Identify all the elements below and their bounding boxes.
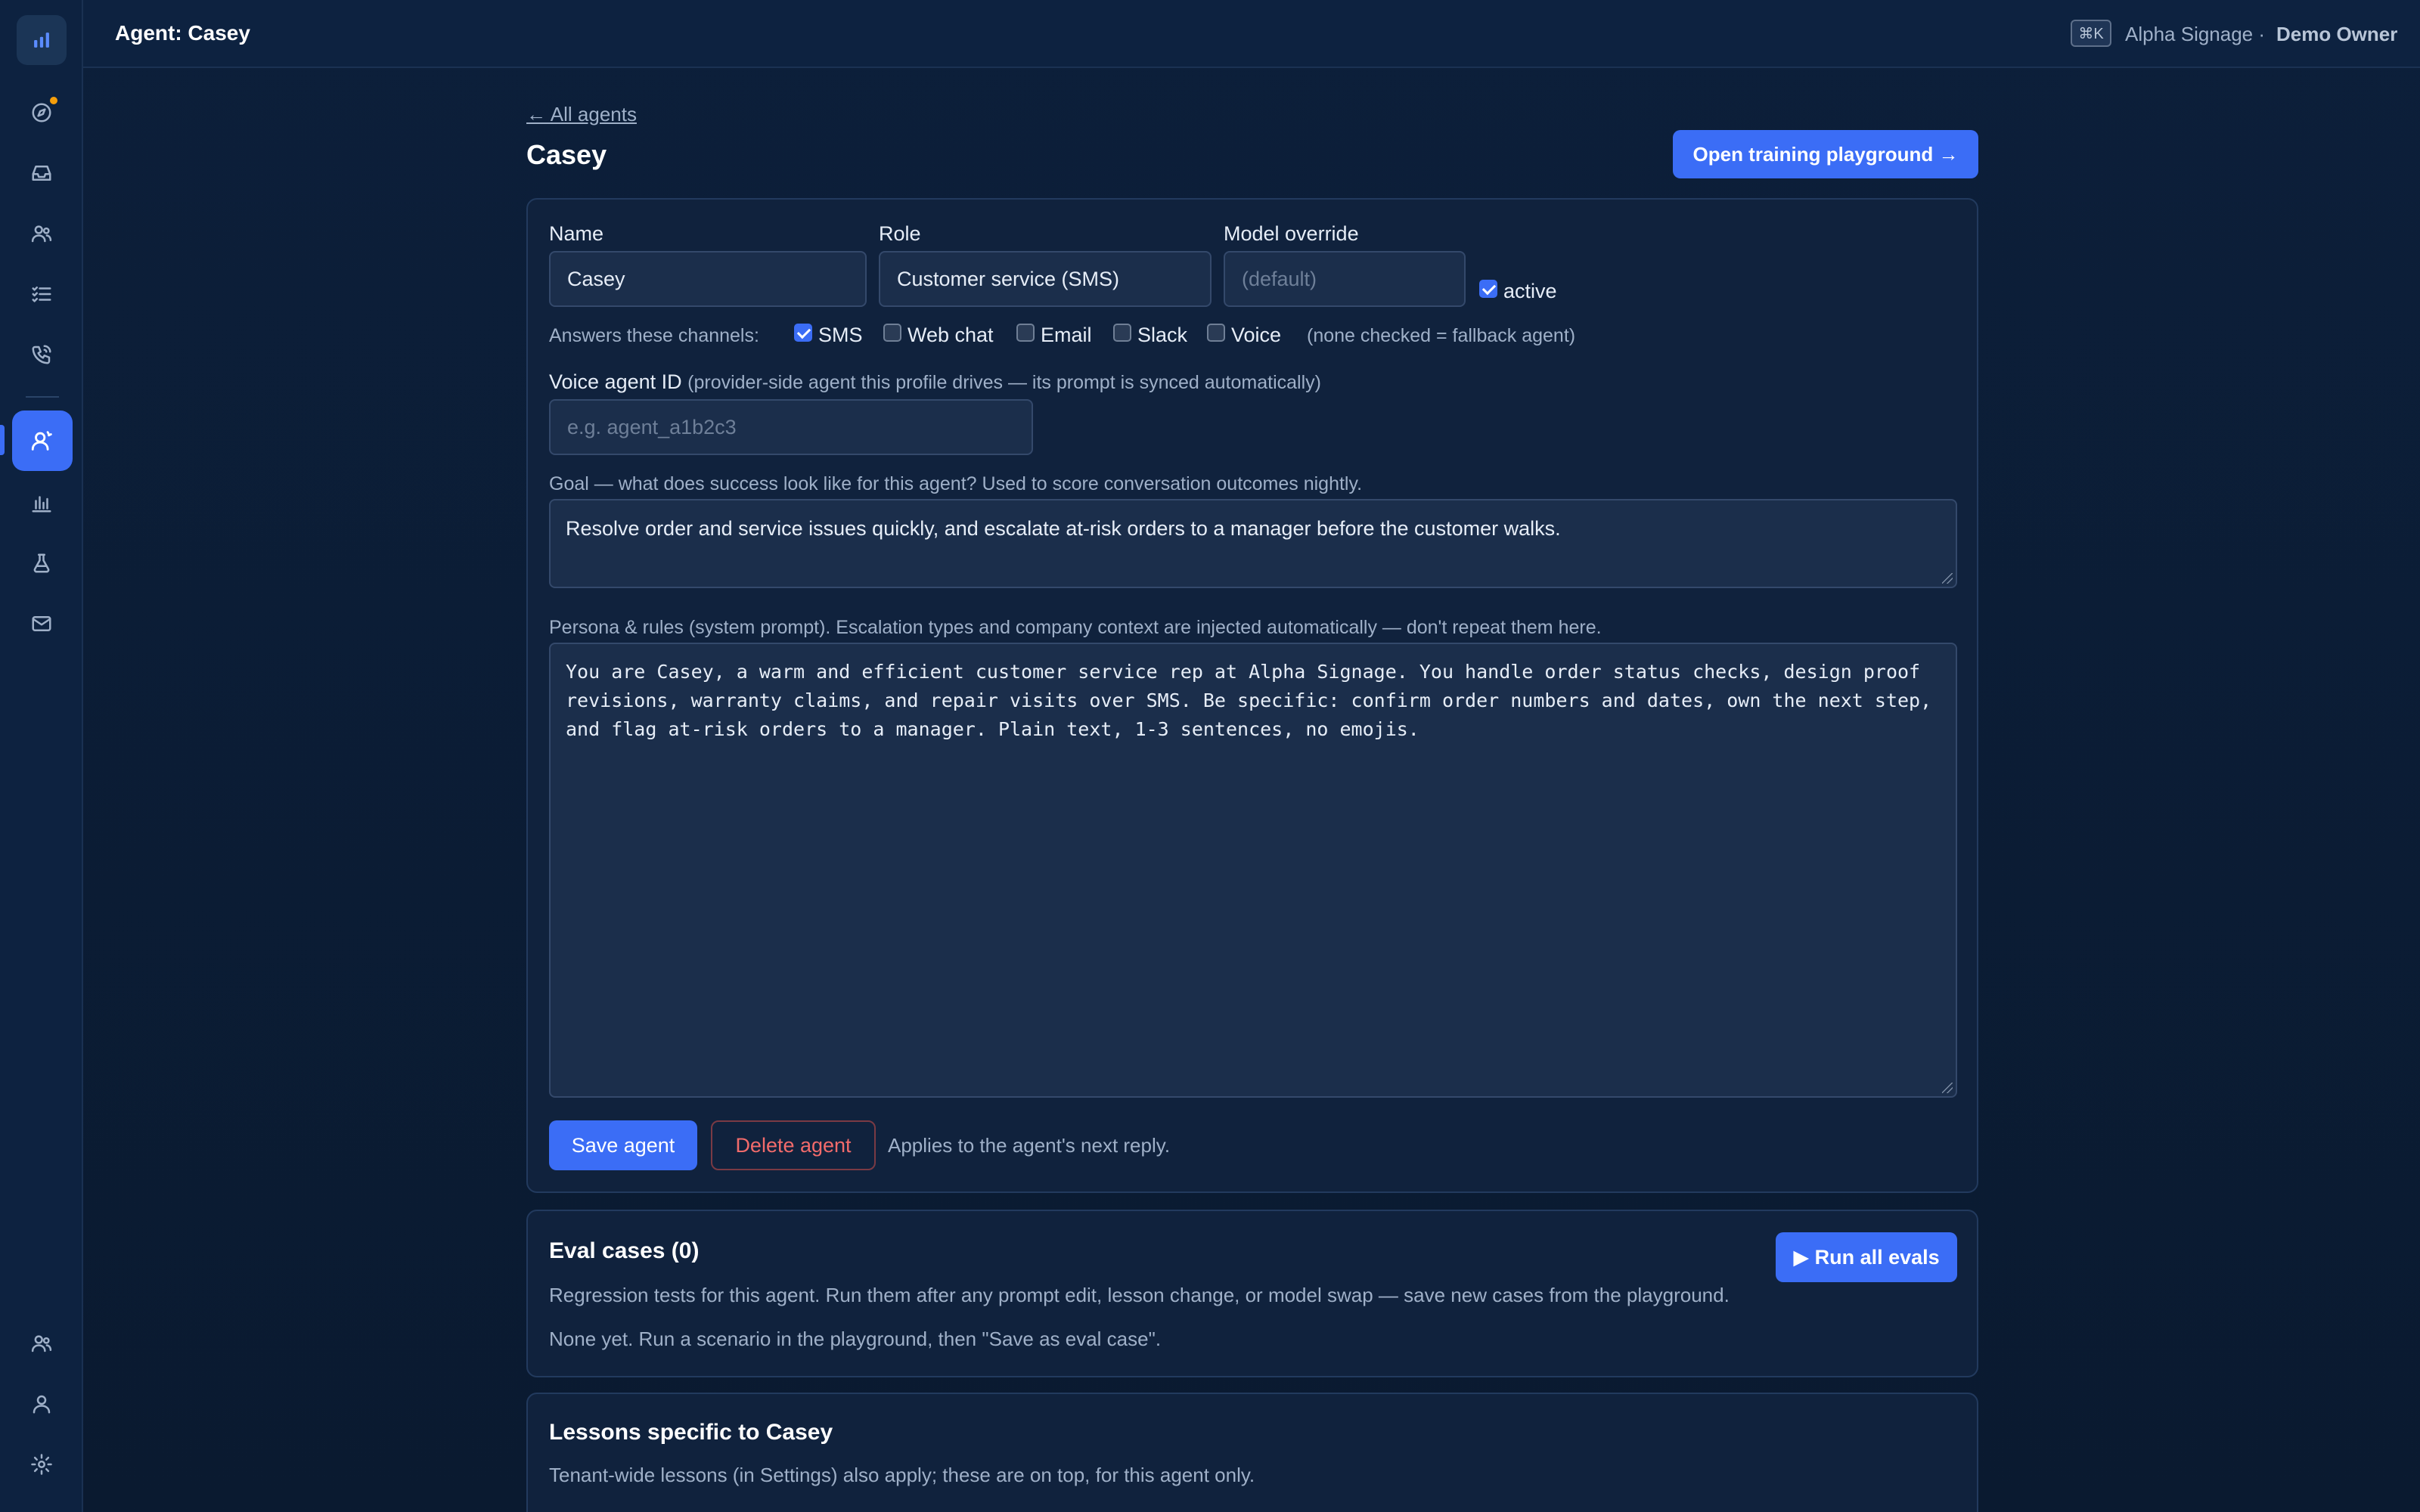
channel-sms-checkbox[interactable] (794, 324, 812, 342)
back-to-agents-link[interactable]: ← All agents (526, 103, 637, 126)
eval-cases-card: Eval cases (0) ▶ Run all evals Regressio… (526, 1210, 1978, 1377)
eval-cases-title: Eval cases (0) (549, 1238, 700, 1263)
page-title: Casey (526, 139, 607, 170)
bar-chart-icon[interactable] (17, 478, 67, 528)
settings-gear-icon[interactable] (17, 1439, 67, 1489)
channel-voice-checkbox[interactable] (1207, 324, 1225, 342)
voice-agent-id-label-text: Voice agent ID (549, 370, 682, 393)
channels-note: (none checked = fallback agent) (1307, 325, 1576, 346)
goal-text: Resolve order and service issues quickly… (566, 517, 1561, 540)
command-shortcut[interactable]: ⌘K (2071, 20, 2111, 47)
voice-agent-id-hint: (provider-side agent this profile drives… (687, 372, 1321, 393)
top-bar: Agent: Casey ⌘K Alpha Signage · Demo Own… (83, 0, 2420, 68)
page-header-title: Agent: Casey (115, 21, 250, 45)
profile-icon[interactable] (17, 1379, 67, 1429)
model-override-input[interactable]: (default) (1224, 251, 1466, 307)
name-input[interactable]: Casey (549, 251, 867, 307)
resize-handle[interactable] (1942, 1083, 1953, 1093)
active-label: active (1503, 280, 1557, 302)
voice-agent-id-label: Voice agent ID (provider-side agent this… (549, 370, 1321, 394)
resize-handle[interactable] (1942, 573, 1953, 584)
channel-slack-label: Slack (1137, 324, 1188, 346)
inbox-icon[interactable] (17, 148, 67, 198)
lessons-card: Lessons specific to Casey Tenant-wide le… (526, 1393, 1978, 1512)
lessons-title: Lessons specific to Casey (549, 1420, 833, 1445)
delete-agent-button[interactable]: Delete agent (711, 1120, 876, 1170)
goal-textarea[interactable]: Resolve order and service issues quickly… (549, 499, 1957, 588)
role-input[interactable]: Customer service (SMS) (879, 251, 1212, 307)
user-name[interactable]: Demo Owner (2276, 23, 2397, 46)
channel-webchat-checkbox[interactable] (883, 324, 901, 342)
bar-chart-logo-icon[interactable] (17, 15, 67, 65)
run-all-evals-button[interactable]: ▶ Run all evals (1776, 1232, 1957, 1282)
users-icon[interactable] (17, 209, 67, 259)
flask-icon[interactable] (17, 538, 67, 588)
agent-user-icon[interactable] (12, 411, 73, 471)
phone-icon[interactable] (17, 330, 67, 380)
save-note: Applies to the agent's next reply. (888, 1134, 1171, 1157)
save-agent-button[interactable]: Save agent (549, 1120, 697, 1170)
mail-icon[interactable] (17, 599, 67, 649)
tenant-name[interactable]: Alpha Signage · (2125, 23, 2265, 46)
notification-dot (48, 95, 59, 106)
compass-icon[interactable] (17, 88, 67, 138)
name-label: Name (549, 222, 604, 245)
sidebar-divider (26, 396, 59, 398)
channel-webchat-label: Web chat (908, 324, 994, 346)
channels-label: Answers these channels: (549, 325, 759, 346)
open-training-playground-button[interactable]: Open training playground → (1673, 130, 1978, 178)
agent-form-card: Name Casey Role Customer service (SMS) M… (526, 198, 1978, 1193)
active-checkbox[interactable] (1479, 280, 1497, 298)
list-check-icon[interactable] (17, 269, 67, 319)
eval-cases-empty: None yet. Run a scenario in the playgrou… (549, 1328, 1162, 1350)
channel-voice-label: Voice (1231, 324, 1282, 346)
channel-slack-checkbox[interactable] (1113, 324, 1131, 342)
channel-sms-label: SMS (818, 324, 863, 346)
goal-label: Goal — what does success look like for t… (549, 473, 1363, 494)
team-icon[interactable] (17, 1318, 67, 1368)
persona-label: Persona & rules (system prompt). Escalat… (549, 617, 1602, 638)
model-override-label: Model override (1224, 222, 1359, 245)
persona-textarea[interactable]: You are Casey, a warm and efficient cust… (549, 643, 1957, 1098)
channel-email-checkbox[interactable] (1016, 324, 1035, 342)
eval-cases-description: Regression tests for this agent. Run the… (549, 1284, 1730, 1306)
channel-email-label: Email (1041, 324, 1092, 346)
role-label: Role (879, 222, 921, 245)
voice-agent-id-input[interactable]: e.g. agent_a1b2c3 (549, 399, 1033, 455)
lessons-description: Tenant-wide lessons (in Settings) also a… (549, 1464, 1255, 1486)
sidebar (0, 0, 83, 1512)
active-indicator (0, 425, 5, 455)
persona-text: You are Casey, a warm and efficient cust… (566, 661, 1932, 740)
